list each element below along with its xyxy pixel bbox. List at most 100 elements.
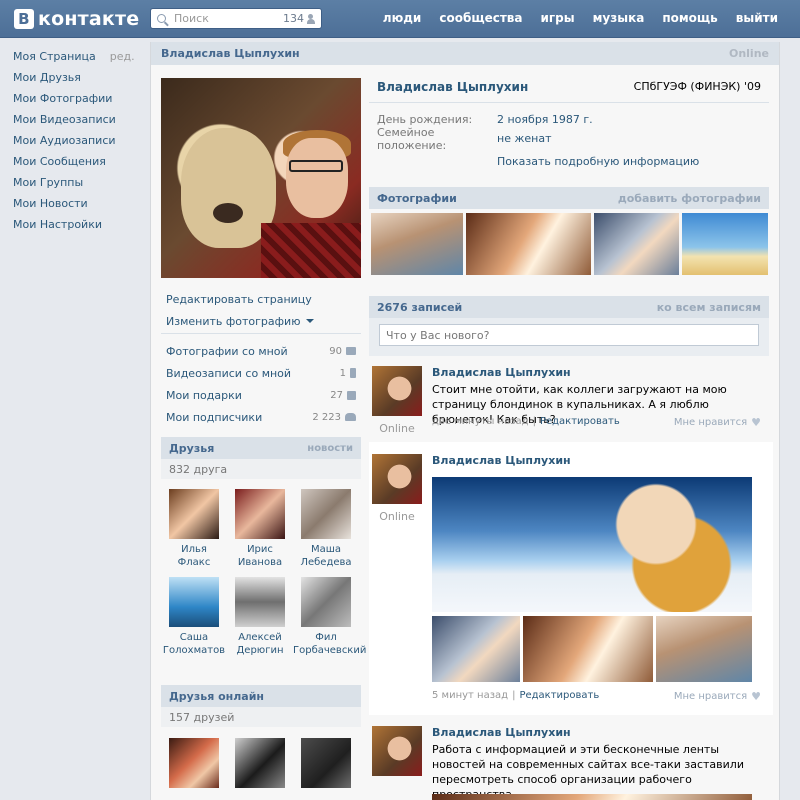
post-author-name[interactable]: Владислав Цыплухин <box>432 454 571 467</box>
friends-news-link[interactable]: новости <box>307 443 353 454</box>
counter-label: Мои подписчики <box>166 410 263 424</box>
menu-my-page-link[interactable]: Моя Страница <box>13 50 96 63</box>
post-edit-link[interactable]: Редактировать <box>540 416 620 427</box>
wall-header: 2676 записей ко всем записям <box>369 296 769 318</box>
friend-last-name: Горбачевский <box>293 645 367 656</box>
menu-item-my-page: Моя Страница ред. <box>13 46 135 67</box>
avatar-shirt-shape <box>261 223 361 278</box>
person-icon <box>307 13 315 24</box>
photo-thumb[interactable] <box>682 213 768 275</box>
friend-last-name: Иванова <box>237 557 283 568</box>
menu-item-settings[interactable]: Мои Настройки <box>13 214 135 235</box>
post-author-status: Online <box>379 510 415 523</box>
nav-people[interactable]: люди <box>383 11 422 25</box>
post-author-avatar[interactable] <box>372 366 422 416</box>
friend-card[interactable] <box>161 738 227 792</box>
menu-item-friends[interactable]: Мои Друзья <box>13 67 135 88</box>
menu-item-videos[interactable]: Мои Видеозаписи <box>13 109 135 130</box>
counter-gifts[interactable]: Мои подарки 27 <box>166 384 356 406</box>
post-author-avatar[interactable] <box>372 454 422 504</box>
post-author-name[interactable]: Владислав Цыплухин <box>432 366 571 379</box>
post-main-photo[interactable] <box>432 477 752 612</box>
friend-card[interactable]: Илья Флакс <box>161 489 227 569</box>
friend-avatar <box>169 738 219 788</box>
post-photo-thumb[interactable] <box>656 616 752 682</box>
profile-name-bar: Владислав Цыплухин Online <box>151 42 779 65</box>
counter-subscribers[interactable]: Мои подписчики 2 223 <box>166 406 356 428</box>
profile-info: День рождения: 2 ноября 1987 г. Семейное… <box>377 110 593 152</box>
whats-new-input[interactable]: Что у Вас нового? <box>379 324 759 346</box>
post-photo-thumb[interactable] <box>432 616 520 682</box>
show-more-info-link[interactable]: Показать подробную информацию <box>497 155 699 168</box>
profile-counters: Фотографии со мной 90 Видеозаписи со мно… <box>166 340 356 428</box>
photos-strip <box>371 213 768 275</box>
photo-thumb[interactable] <box>371 213 463 275</box>
all-posts-link[interactable]: ко всем записям <box>657 301 761 314</box>
people-icon <box>345 413 356 421</box>
friend-card[interactable] <box>293 738 359 792</box>
counter-photos[interactable]: Фотографии со мной 90 <box>166 340 356 362</box>
menu-item-groups[interactable]: Мои Группы <box>13 172 135 193</box>
info-value[interactable]: 2 ноября 1987 г. <box>497 113 593 126</box>
divider <box>369 102 769 103</box>
nav-help[interactable]: помощь <box>662 11 717 25</box>
post-photo-thumb[interactable] <box>523 616 653 682</box>
info-label: День рождения: <box>377 113 473 126</box>
friend-card[interactable]: Маша Лебедева <box>293 489 359 569</box>
menu-item-audio[interactable]: Мои Аудиозаписи <box>13 130 135 151</box>
friend-card[interactable] <box>227 738 293 792</box>
profile-content: Владислав Цыплухин Online Редактировать … <box>150 42 780 800</box>
like-button[interactable]: Мне нравится ♥ <box>674 690 761 703</box>
menu-item-photos[interactable]: Мои Фотографии <box>13 88 135 109</box>
menu-edit-link[interactable]: ред. <box>110 50 135 63</box>
friend-last-name: Лебедева <box>300 557 352 568</box>
friend-first-name: Маша <box>310 544 342 555</box>
camera-icon <box>346 347 356 355</box>
photos-title[interactable]: Фотографии <box>377 192 457 205</box>
friend-avatar <box>301 489 351 539</box>
edit-page-link[interactable]: Редактировать страницу <box>166 288 362 310</box>
change-photo-link[interactable]: Изменить фотографию <box>166 310 362 332</box>
photo-thumb[interactable] <box>466 213 591 275</box>
like-button[interactable]: Мне нравится ♥ <box>674 416 761 429</box>
search-input[interactable]: Поиск 134 <box>150 8 322 29</box>
vk-logo[interactable]: В контакте <box>14 8 139 30</box>
info-value[interactable]: не женат <box>497 132 551 145</box>
heart-icon: ♥ <box>751 690 761 703</box>
nav-music[interactable]: музыка <box>593 11 645 25</box>
post-time[interactable]: две минуты назад <box>432 416 529 427</box>
friend-card[interactable]: Саша Голохматов <box>161 577 227 657</box>
post-author-name[interactable]: Владислав Цыплухин <box>432 726 571 739</box>
post-author-avatar[interactable] <box>372 726 422 776</box>
post-author-status: Online <box>379 422 415 435</box>
nav-games[interactable]: игры <box>541 11 575 25</box>
online-friends-title[interactable]: Друзья онлайн <box>169 690 264 703</box>
counter-videos[interactable]: Видеозаписи со мной 1 <box>166 362 356 384</box>
friends-title[interactable]: Друзья <box>169 442 214 455</box>
friend-last-name: Флакс <box>177 557 211 568</box>
add-photos-link[interactable]: добавить фотографии <box>618 192 761 205</box>
friend-card[interactable]: Алексей Дерюгин <box>227 577 293 657</box>
logo-text: контакте <box>38 8 140 30</box>
menu-item-news[interactable]: Мои Новости <box>13 193 135 214</box>
menu-item-messages[interactable]: Мои Сообщения <box>13 151 135 172</box>
wall-count[interactable]: 2676 записей <box>377 301 462 314</box>
left-menu: Моя Страница ред. Мои Друзья Мои Фотогра… <box>13 46 135 235</box>
nav-logout[interactable]: выйти <box>736 11 778 25</box>
nav-communities[interactable]: сообщества <box>439 11 522 25</box>
post-edit-link[interactable]: Редактировать <box>519 690 599 701</box>
friends-count[interactable]: 832 друга <box>161 459 361 479</box>
friends-block-header: Друзья новости <box>161 437 361 459</box>
counter-value-wrap: 27 <box>330 390 356 401</box>
post-time[interactable]: 5 минут назад <box>432 690 508 701</box>
search-people-count: 134 <box>283 12 304 25</box>
photo-thumb[interactable] <box>594 213 679 275</box>
online-friends-count[interactable]: 157 друзей <box>161 707 361 727</box>
friend-avatar <box>169 577 219 627</box>
friend-card[interactable]: Ирис Иванова <box>227 489 293 569</box>
profile-avatar[interactable] <box>161 78 361 278</box>
university[interactable]: СПбГУЭФ (ФИНЭК) '09 <box>634 80 761 93</box>
friend-avatar <box>235 489 285 539</box>
friend-card[interactable]: Фил Горбачевский <box>293 577 367 657</box>
post-main-photo[interactable] <box>432 794 752 800</box>
